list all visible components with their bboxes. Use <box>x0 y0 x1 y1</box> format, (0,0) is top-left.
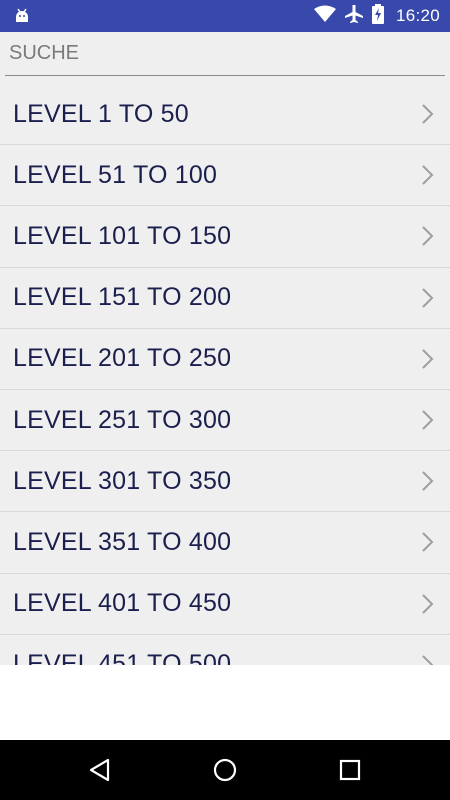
level-label: LEVEL 201 TO 250 <box>13 344 232 373</box>
level-item-101-150[interactable]: LEVEL 101 TO 150 <box>0 206 450 268</box>
level-item-351-400[interactable]: LEVEL 351 TO 400 <box>0 512 450 574</box>
status-time: 16:20 <box>395 6 440 25</box>
back-icon[interactable] <box>87 757 113 783</box>
chevron-right-icon <box>422 226 434 247</box>
level-item-201-250[interactable]: LEVEL 201 TO 250 <box>0 329 450 390</box>
level-label: LEVEL 101 TO 150 <box>13 221 232 250</box>
search-container <box>0 32 450 84</box>
level-label: LEVEL 1 TO 50 <box>13 99 189 128</box>
level-label: LEVEL 301 TO 350 <box>13 466 232 495</box>
chevron-right-icon <box>422 104 434 124</box>
chevron-right-icon <box>422 165 434 185</box>
chevron-right-icon <box>422 655 434 665</box>
level-label: LEVEL 251 TO 300 <box>13 405 232 434</box>
chevron-right-icon <box>422 349 434 369</box>
navigation-bar <box>0 740 450 800</box>
status-bar: 16:20 <box>0 0 450 32</box>
chevron-right-icon <box>422 287 434 308</box>
level-label: LEVEL 351 TO 400 <box>13 527 232 556</box>
wifi-icon <box>313 5 336 28</box>
home-icon[interactable] <box>212 757 238 783</box>
level-item-451-500[interactable]: LEVEL 451 TO 500 <box>0 635 450 665</box>
level-list: LEVEL 1 TO 50 LEVEL 51 TO 100 LEVEL 101 … <box>0 84 450 665</box>
level-item-401-450[interactable]: LEVEL 401 TO 450 <box>0 574 450 635</box>
airplane-icon <box>344 4 364 29</box>
level-label: LEVEL 51 TO 100 <box>13 160 218 189</box>
chevron-right-icon <box>422 532 434 553</box>
level-item-251-300[interactable]: LEVEL 251 TO 300 <box>0 390 450 452</box>
chevron-right-icon <box>422 471 434 491</box>
level-label: LEVEL 451 TO 500 <box>13 650 232 665</box>
chevron-right-icon <box>422 410 434 430</box>
battery-charging-icon <box>371 3 384 29</box>
level-item-51-100[interactable]: LEVEL 51 TO 100 <box>0 145 450 207</box>
level-label: LEVEL 401 TO 450 <box>13 589 232 618</box>
level-item-151-200[interactable]: LEVEL 151 TO 200 <box>0 268 450 329</box>
chevron-right-icon <box>422 593 434 614</box>
android-debug-icon <box>12 6 32 26</box>
level-label: LEVEL 151 TO 200 <box>13 283 232 312</box>
recents-icon[interactable] <box>337 757 363 783</box>
level-item-1-50[interactable]: LEVEL 1 TO 50 <box>0 84 450 146</box>
level-screen: LEVEL 1 TO 50 LEVEL 51 TO 100 LEVEL 101 … <box>0 32 450 665</box>
search-input[interactable] <box>5 32 445 76</box>
level-item-301-350[interactable]: LEVEL 301 TO 350 <box>0 451 450 513</box>
empty-area <box>0 665 450 740</box>
